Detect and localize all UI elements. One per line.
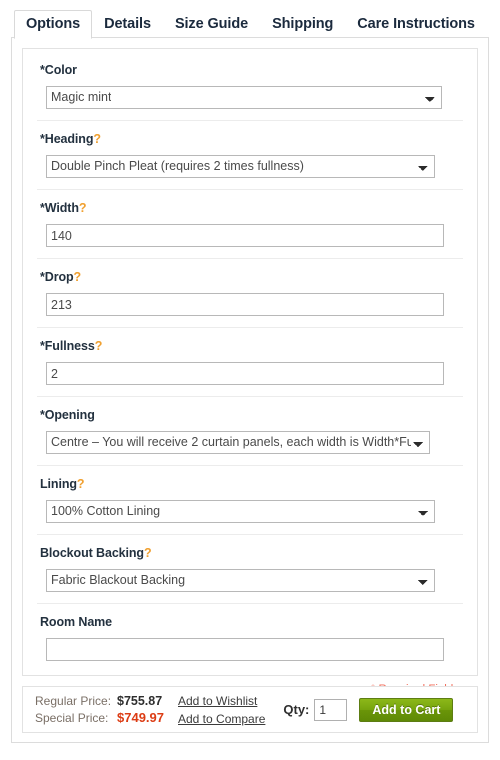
label-lining: Lining? <box>40 477 463 492</box>
tab-options-label: Options <box>26 16 81 32</box>
regular-price-row: Regular Price: $755.87 <box>35 694 164 708</box>
tab-details[interactable]: Details <box>92 10 163 38</box>
label-color-text: Color <box>44 63 77 77</box>
select-opening-value: Centre – You will receive 2 curtain pane… <box>51 435 411 449</box>
tab-shipping[interactable]: Shipping <box>260 10 345 38</box>
input-room-name[interactable] <box>46 638 444 661</box>
field-room-name: Room Name <box>37 615 463 672</box>
label-heading-text: Heading <box>44 132 94 146</box>
tab-care-instructions[interactable]: Care Instructions <box>345 10 487 38</box>
tab-size-guide-label: Size Guide <box>174 16 249 32</box>
select-opening[interactable]: Centre – You will receive 2 curtain pane… <box>46 431 430 454</box>
tab-options[interactable]: Options <box>14 10 93 39</box>
tab-details-label: Details <box>104 16 151 32</box>
purchase-bar: Regular Price: $755.87 Special Price: $7… <box>22 686 478 733</box>
label-fullness-text: Fullness <box>44 339 95 353</box>
input-drop[interactable] <box>46 293 444 316</box>
product-tab-bar: Options Details Size Guide Shipping Care… <box>0 8 500 39</box>
special-price-value: $749.97 <box>117 710 164 725</box>
field-color: *Color Magic mint <box>37 63 463 121</box>
add-to-cart-button[interactable]: Add to Cart <box>359 697 454 722</box>
help-icon-heading[interactable]: ? <box>93 132 101 146</box>
label-lining-text: Lining <box>40 477 77 491</box>
regular-price-value: $755.87 <box>117 694 163 708</box>
field-opening: *Opening Centre – You will receive 2 cur… <box>37 408 463 466</box>
tab-shipping-label: Shipping <box>272 16 334 32</box>
field-fullness: *Fullness? <box>37 339 463 397</box>
help-icon-fullness[interactable]: ? <box>95 339 103 353</box>
label-room-name-text: Room Name <box>40 615 113 629</box>
field-width: *Width? <box>37 201 463 259</box>
quantity-input[interactable] <box>314 698 348 721</box>
special-price-label: Special Price: <box>35 711 109 725</box>
regular-price-label: Regular Price: <box>35 694 112 708</box>
options-form: *Color Magic mint *Heading? Double Pinch… <box>22 48 478 696</box>
help-icon-lining[interactable]: ? <box>77 477 85 491</box>
field-heading: *Heading? Double Pinch Pleat (requires 2… <box>37 132 463 190</box>
field-drop: *Drop? <box>37 270 463 328</box>
add-to-compare-link[interactable]: Add to Compare <box>178 712 265 726</box>
label-width: *Width? <box>40 201 463 216</box>
tab-size-guide[interactable]: Size Guide <box>163 10 260 38</box>
field-blockout-backing: Blockout Backing? Fabric Blackout Backin… <box>37 546 463 604</box>
select-color-value: Magic mint <box>51 90 112 104</box>
select-lining-value: 100% Cotton Lining <box>51 504 161 518</box>
label-blockout-backing: Blockout Backing? <box>40 546 463 561</box>
label-color: *Color <box>40 63 463 78</box>
input-fullness[interactable] <box>46 362 444 385</box>
input-width[interactable] <box>46 224 444 247</box>
label-drop: *Drop? <box>40 270 463 285</box>
label-width-text: Width <box>44 201 79 215</box>
label-fullness: *Fullness? <box>40 339 463 354</box>
select-blockout-backing[interactable]: Fabric Blackout Backing <box>46 569 435 592</box>
help-icon-blockout-backing[interactable]: ? <box>144 546 152 560</box>
field-lining: Lining? 100% Cotton Lining <box>37 477 463 535</box>
select-heading[interactable]: Double Pinch Pleat (requires 2 times ful… <box>46 155 435 178</box>
product-options-panel: Options Details Size Guide Shipping Care… <box>0 0 500 760</box>
quantity-control: Qty: <box>283 698 348 721</box>
options-panel-body: *Color Magic mint *Heading? Double Pinch… <box>11 37 489 743</box>
label-blockout-backing-text: Blockout Backing <box>40 546 144 560</box>
select-color[interactable]: Magic mint <box>46 86 442 109</box>
tab-care-instructions-label: Care Instructions <box>357 16 475 32</box>
special-price-row: Special Price: $749.97 <box>35 710 164 726</box>
add-to-wishlist-link[interactable]: Add to Wishlist <box>178 694 265 708</box>
label-opening-text: Opening <box>44 408 95 422</box>
price-block: Regular Price: $755.87 Special Price: $7… <box>35 694 164 725</box>
label-heading: *Heading? <box>40 132 463 147</box>
label-room-name: Room Name <box>40 615 463 630</box>
label-drop-text: Drop <box>44 270 74 284</box>
select-blockout-backing-value: Fabric Blackout Backing <box>51 573 186 587</box>
product-action-links: Add to Wishlist Add to Compare <box>178 694 265 726</box>
help-icon-width[interactable]: ? <box>79 201 87 215</box>
select-heading-value: Double Pinch Pleat (requires 2 times ful… <box>51 159 304 173</box>
help-icon-drop[interactable]: ? <box>74 270 82 284</box>
quantity-label: Qty: <box>283 702 310 717</box>
select-lining[interactable]: 100% Cotton Lining <box>46 500 435 523</box>
label-opening: *Opening <box>40 408 463 423</box>
